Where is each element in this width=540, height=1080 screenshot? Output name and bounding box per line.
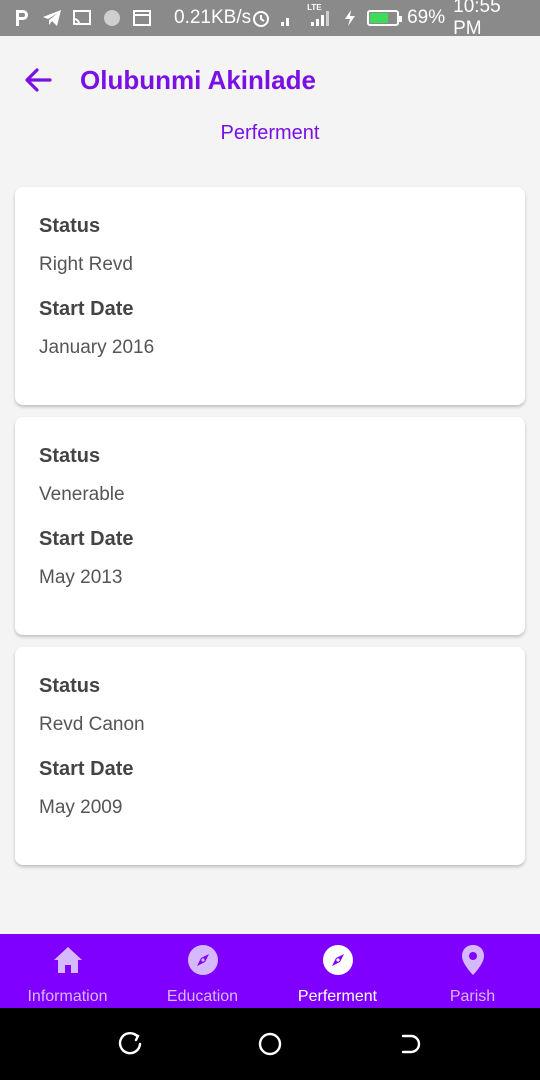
status-bar: 0.21KB/s LTE 69% 10:55 PM <box>0 0 540 39</box>
back-system-button[interactable] <box>390 1024 430 1064</box>
start-date-value: January 2016 <box>39 337 155 358</box>
back-button[interactable] <box>20 62 56 98</box>
parking-app-icon <box>12 9 32 27</box>
status-value: Revd Canon <box>39 714 145 735</box>
status-label: Status <box>39 675 101 697</box>
nav-item-parish[interactable]: Parish <box>405 934 540 1008</box>
clock: 10:55 PM <box>453 0 501 39</box>
home-icon <box>52 944 84 976</box>
status-label: Status <box>39 445 101 467</box>
battery-fill <box>370 13 389 23</box>
system-navigation-bar <box>0 1008 540 1080</box>
preferment-card: Status Venerable Start Date May 2013 <box>15 417 525 635</box>
status-label: Status <box>39 215 101 237</box>
arrow-left-icon <box>25 68 52 92</box>
home-button[interactable] <box>250 1024 290 1064</box>
battery-icon <box>367 10 402 26</box>
browser-icon <box>132 9 152 27</box>
compass-icon <box>187 944 219 976</box>
status-left-icons: 0.21KB/s <box>12 7 251 29</box>
nav-label-perferment: Perferment <box>297 988 378 1005</box>
nav-item-perferment[interactable]: Perferment <box>270 934 405 1008</box>
charging-icon <box>341 9 359 27</box>
battery-percent: 69% <box>407 7 446 28</box>
cast-icon <box>72 9 92 27</box>
lte-label: LTE <box>307 3 322 12</box>
network-speed: 0.21KB/s <box>174 7 252 28</box>
screen: 0.21KB/s LTE 69% 10:55 PM Olubunmi Akinl… <box>0 0 540 1080</box>
nav-label-parish: Parish <box>449 988 496 1005</box>
home-circle-icon <box>258 1032 282 1056</box>
nav-label-education: Education <box>166 988 239 1005</box>
bottom-navigation: Information Education Perferment Parish <box>0 934 540 1008</box>
status-value: Venerable <box>39 484 125 505</box>
preferment-card: Status Right Revd Start Date January 201… <box>15 187 525 405</box>
status-right-icons: LTE 69% 10:55 PM <box>251 0 528 40</box>
signal-icon <box>279 9 299 27</box>
nav-item-information[interactable]: Information <box>0 934 135 1008</box>
section-subtitle: Perferment <box>220 122 320 144</box>
start-date-value: May 2009 <box>39 797 123 818</box>
start-date-value: May 2013 <box>39 567 123 588</box>
start-date-label: Start Date <box>39 528 134 550</box>
start-date-label: Start Date <box>39 758 134 780</box>
preferment-card: Status Revd Canon Start Date May 2009 <box>15 647 525 865</box>
app-header: Olubunmi Akinlade <box>0 36 540 126</box>
recent-apps-button[interactable] <box>110 1024 150 1064</box>
lte-signal-icon: LTE <box>307 3 333 27</box>
page-title: Olubunmi Akinlade <box>80 65 316 95</box>
nav-item-education[interactable]: Education <box>135 934 270 1008</box>
location-pin-icon <box>457 944 489 976</box>
alarm-icon <box>251 9 271 27</box>
recent-apps-icon <box>118 1031 142 1055</box>
nav-label-information: Information <box>27 988 108 1005</box>
start-date-label: Start Date <box>39 298 134 320</box>
back-curve-icon <box>401 1034 421 1054</box>
circle-notification-icon <box>102 9 122 27</box>
compass-icon <box>322 944 354 976</box>
status-value: Right Revd <box>39 254 133 275</box>
telegram-icon <box>42 9 62 27</box>
